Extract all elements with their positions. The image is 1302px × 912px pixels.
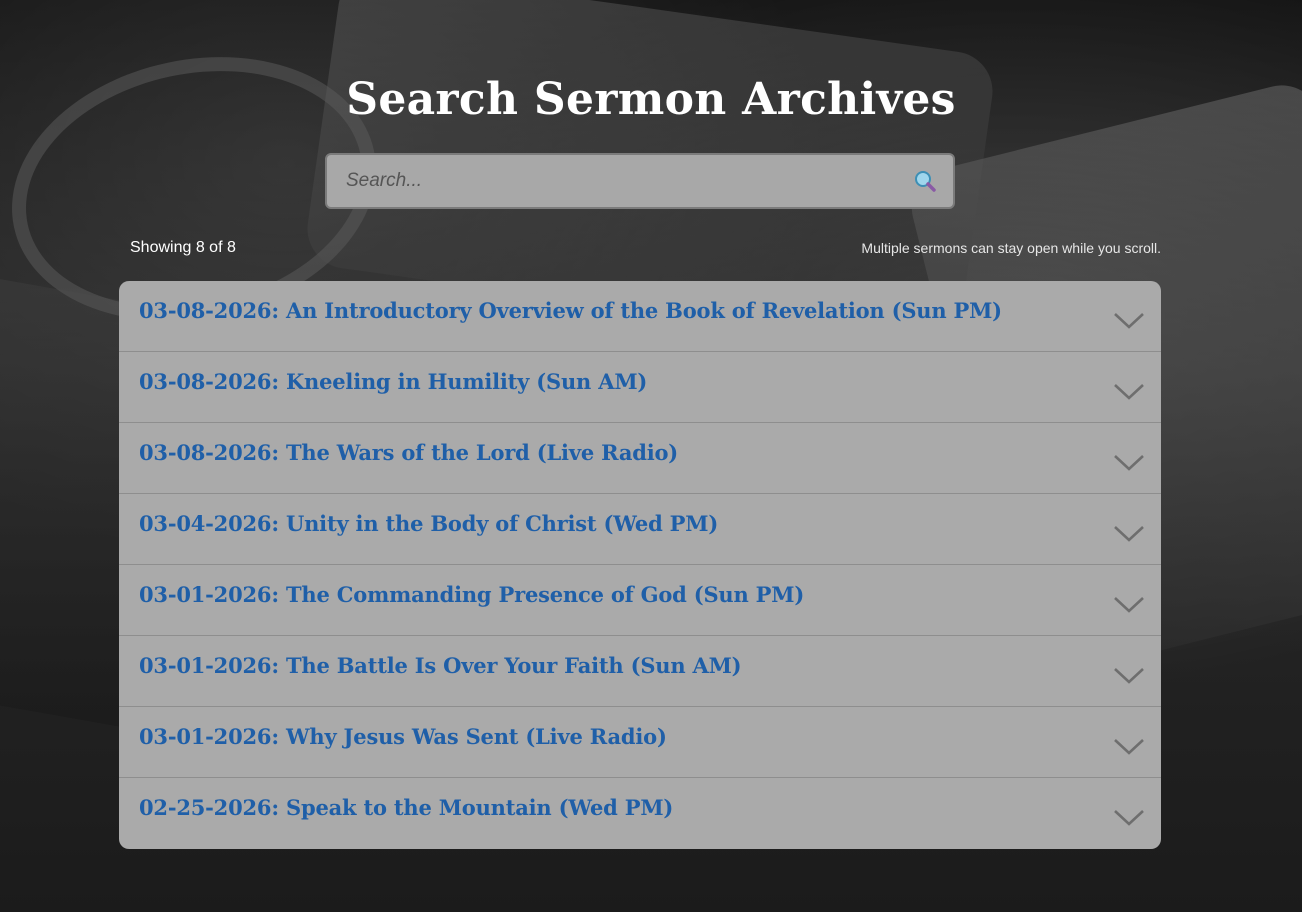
sermon-accordion-item[interactable]: 03-01-2026: Why Jesus Was Sent (Live Rad… bbox=[119, 707, 1161, 778]
sermon-title: 02-25-2026: Speak to the Mountain (Wed P… bbox=[139, 795, 674, 820]
sermon-accordion-item[interactable]: 03-01-2026: The Battle Is Over Your Fait… bbox=[119, 636, 1161, 707]
search-box bbox=[325, 153, 955, 209]
scroll-hint: Multiple sermons can stay open while you… bbox=[861, 240, 1161, 256]
chevron-down-icon[interactable] bbox=[1113, 666, 1145, 686]
chevron-down-icon[interactable] bbox=[1113, 595, 1145, 615]
sermon-title: 03-08-2026: Kneeling in Humility (Sun AM… bbox=[139, 369, 648, 394]
sermon-title: 03-04-2026: Unity in the Body of Christ … bbox=[139, 511, 719, 536]
sermon-title: 03-01-2026: The Commanding Presence of G… bbox=[139, 582, 805, 607]
sermon-accordion-item[interactable]: 03-08-2026: Kneeling in Humility (Sun AM… bbox=[119, 352, 1161, 423]
chevron-down-icon[interactable] bbox=[1113, 808, 1145, 828]
sermon-accordion-item[interactable]: 03-08-2026: The Wars of the Lord (Live R… bbox=[119, 423, 1161, 494]
sermon-title: 03-01-2026: Why Jesus Was Sent (Live Rad… bbox=[139, 724, 667, 749]
sermon-title: 03-08-2026: The Wars of the Lord (Live R… bbox=[139, 440, 679, 465]
result-count: Showing 8 of 8 bbox=[130, 239, 236, 256]
page-title: Search Sermon Archives bbox=[346, 74, 956, 125]
chevron-down-icon[interactable] bbox=[1113, 737, 1145, 757]
chevron-down-icon[interactable] bbox=[1113, 382, 1145, 402]
chevron-down-icon[interactable] bbox=[1113, 311, 1145, 331]
magnifier-icon[interactable] bbox=[913, 169, 937, 193]
chevron-down-icon[interactable] bbox=[1113, 453, 1145, 473]
sermon-title: 03-01-2026: The Battle Is Over Your Fait… bbox=[139, 653, 742, 678]
sermon-accordion-item[interactable]: 02-25-2026: Speak to the Mountain (Wed P… bbox=[119, 778, 1161, 849]
sermon-accordion-item[interactable]: 03-04-2026: Unity in the Body of Christ … bbox=[119, 494, 1161, 565]
search-input[interactable] bbox=[327, 155, 887, 207]
chevron-down-icon[interactable] bbox=[1113, 524, 1145, 544]
sermon-accordion-item[interactable]: 03-08-2026: An Introductory Overview of … bbox=[119, 281, 1161, 352]
sermon-list: 03-08-2026: An Introductory Overview of … bbox=[119, 281, 1161, 849]
sermon-title: 03-08-2026: An Introductory Overview of … bbox=[139, 298, 1002, 323]
sermon-accordion-item[interactable]: 03-01-2026: The Commanding Presence of G… bbox=[119, 565, 1161, 636]
